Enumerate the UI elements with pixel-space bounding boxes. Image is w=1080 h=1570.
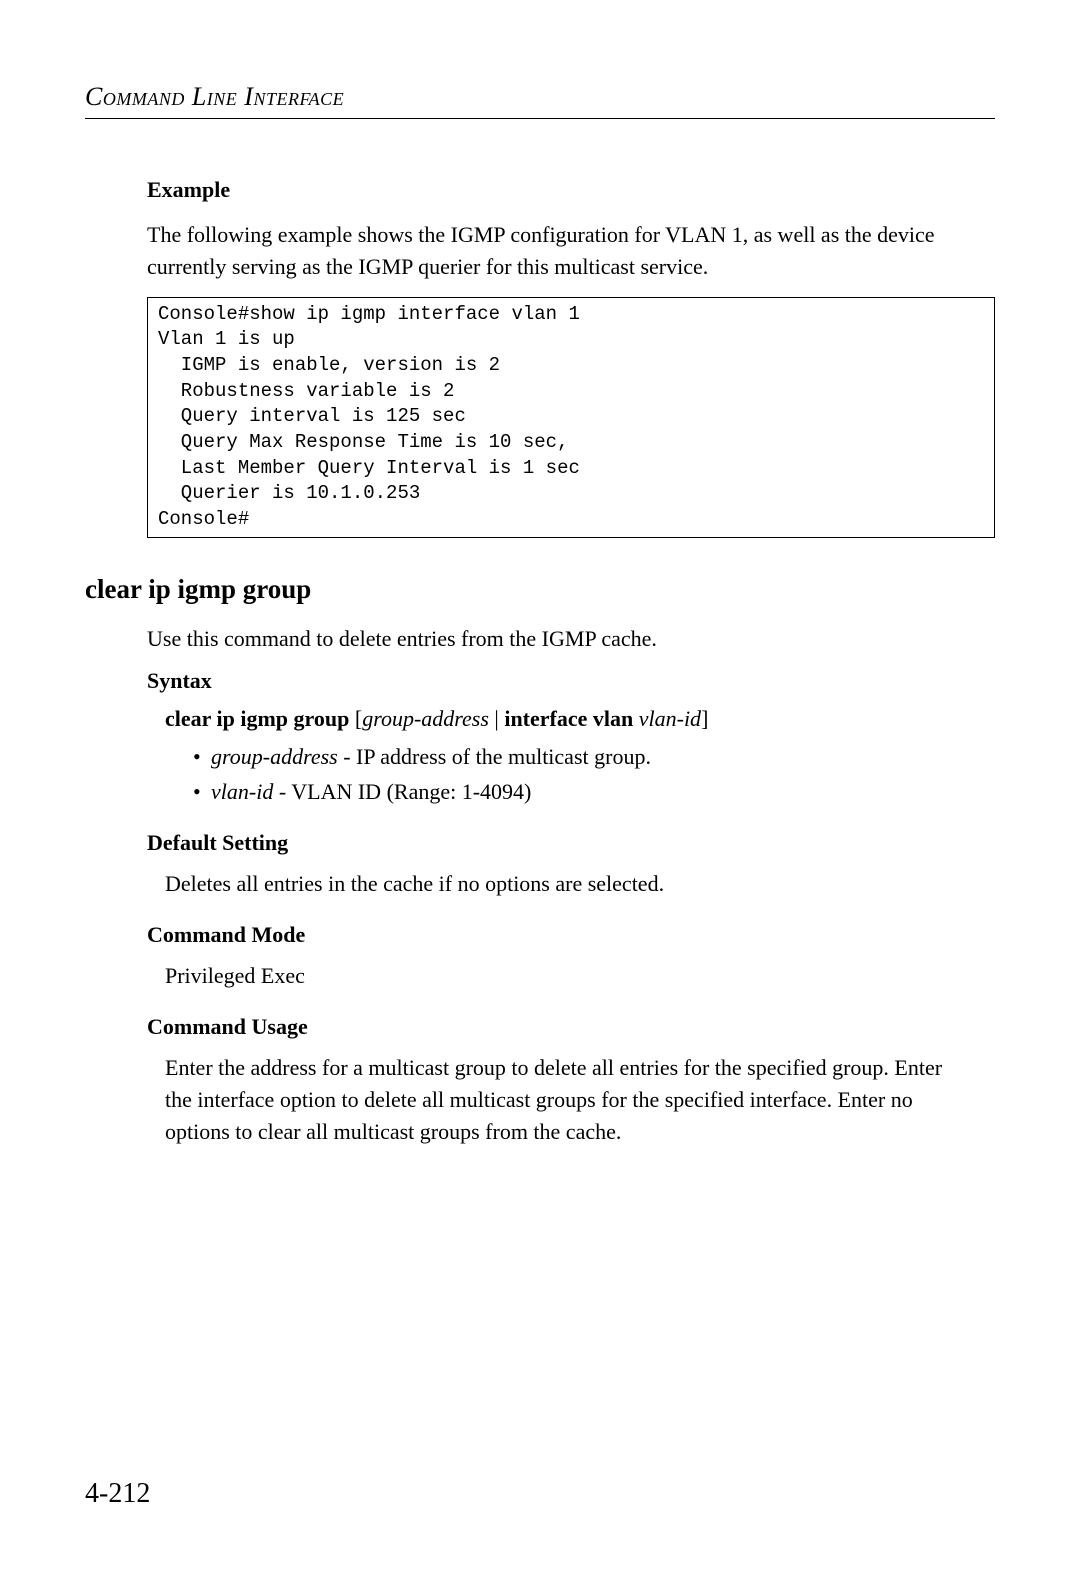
command-mode-heading: Command Mode: [147, 922, 995, 948]
command-mode-text: Privileged Exec: [165, 960, 995, 992]
bullet-desc: - IP address of the multicast group.: [338, 744, 651, 769]
syntax-arg1: group-address: [362, 706, 489, 731]
syntax-arg2: vlan-id: [639, 706, 701, 731]
command-usage-text: Enter the address for a multicast group …: [165, 1052, 945, 1148]
page-number: 4-212: [85, 1478, 150, 1510]
syntax-heading: Syntax: [147, 668, 995, 694]
command-usage-heading: Command Usage: [147, 1014, 995, 1040]
bullet-desc: - VLAN ID (Range: 1-4094): [273, 779, 531, 804]
syntax-bracket-close: ]: [701, 706, 708, 731]
bullet-term: group-address: [211, 744, 338, 769]
bullet-item: •group-address - IP address of the multi…: [193, 740, 995, 773]
syntax-bold2: interface vlan: [504, 706, 638, 731]
syntax-command: clear ip igmp group: [165, 706, 349, 731]
bullet-item: •vlan-id - VLAN ID (Range: 1-4094): [193, 775, 995, 808]
bullet-icon: •: [193, 775, 211, 808]
syntax-line: clear ip igmp group [group-address | int…: [165, 706, 995, 732]
example-description: The following example shows the IGMP con…: [147, 219, 995, 283]
page-header: Command Line Interface: [85, 82, 995, 112]
command-title: clear ip igmp group: [85, 574, 995, 605]
bullet-icon: •: [193, 740, 211, 773]
page-content: Command Line Interface Example The follo…: [0, 0, 1080, 1570]
default-setting-heading: Default Setting: [147, 830, 995, 856]
header-rule: [85, 118, 995, 119]
syntax-bracket-open: [: [349, 706, 362, 731]
bullet-term: vlan-id: [211, 779, 273, 804]
syntax-bullet-list: •group-address - IP address of the multi…: [193, 740, 995, 808]
command-description: Use this command to delete entries from …: [147, 623, 995, 655]
syntax-pipe: |: [489, 706, 504, 731]
code-example: Console#show ip igmp interface vlan 1 Vl…: [147, 297, 995, 538]
example-heading: Example: [147, 177, 995, 203]
default-setting-text: Deletes all entries in the cache if no o…: [165, 868, 995, 900]
